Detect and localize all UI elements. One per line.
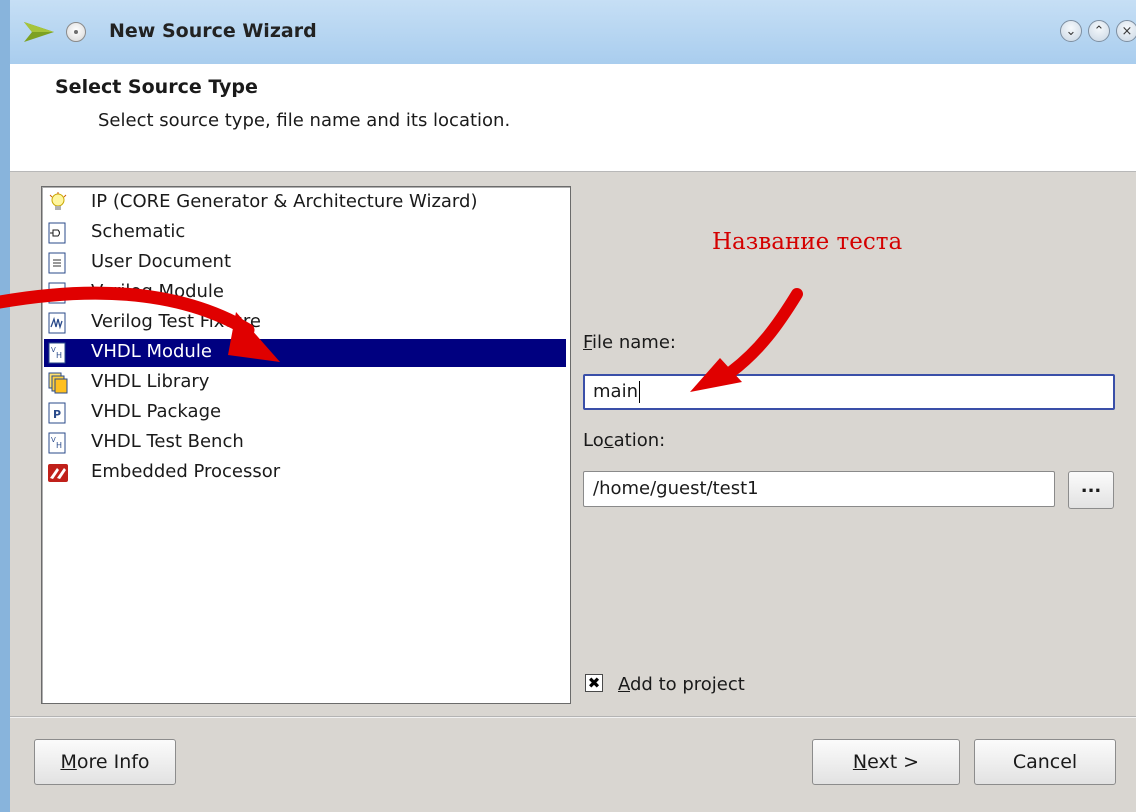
list-item-label: Verilog Test Fixture: [91, 311, 261, 332]
footer-separator: [10, 716, 1136, 718]
lightbulb-icon: [49, 192, 67, 210]
list-item-user-document[interactable]: User Document: [44, 249, 566, 277]
list-item-label: IP (CORE Generator & Architecture Wizard…: [91, 191, 478, 212]
page-subtitle: Select source type, file name and its lo…: [98, 110, 511, 131]
list-item-label: User Document: [91, 251, 232, 272]
next-button[interactable]: Next >: [812, 739, 960, 785]
list-item-label: VHDL Test Bench: [91, 431, 244, 452]
embedded-processor-icon: [48, 464, 68, 482]
svg-text:P: P: [53, 408, 61, 421]
svg-text:H: H: [56, 351, 62, 360]
svg-text:H: H: [56, 441, 62, 450]
document-icon: [48, 252, 66, 274]
list-item-label: VHDL Package: [91, 401, 222, 422]
vhdl-module-icon: V H: [48, 342, 66, 364]
maximize-button[interactable]: ⌃: [1088, 20, 1110, 42]
cancel-button[interactable]: Cancel: [974, 739, 1116, 785]
file-name-field[interactable]: main: [583, 374, 1115, 410]
wizard-header: Select Source Type Select source type, f…: [10, 64, 1136, 172]
vhdl-package-icon: P: [48, 402, 66, 424]
list-item-verilog-test-fixture[interactable]: Verilog Test Fixture: [44, 309, 566, 337]
list-item-label: VHDL Library: [91, 371, 210, 392]
schematic-icon: [48, 222, 66, 244]
list-item-label: Embedded Processor: [91, 461, 281, 482]
browse-button[interactable]: ...: [1068, 471, 1114, 509]
add-to-project-label[interactable]: Add to project: [618, 674, 745, 695]
verilog-test-fixture-icon: [48, 312, 66, 334]
verilog-module-icon: [48, 282, 66, 304]
title-bar[interactable]: New Source Wizard ⌄ ⌃ ×: [10, 0, 1136, 64]
app-logo-icon: [24, 22, 54, 42]
list-item-vhdl-package[interactable]: P VHDL Package: [44, 399, 566, 427]
more-info-button[interactable]: More Info: [34, 739, 176, 785]
file-name-label: File name:: [583, 332, 676, 353]
window-menu-button[interactable]: [66, 22, 86, 42]
window-title: New Source Wizard: [109, 20, 317, 42]
vhdl-test-bench-icon: V H: [48, 432, 66, 454]
list-item-label: Schematic: [91, 221, 186, 242]
vhdl-library-icon: [48, 372, 68, 394]
list-item-vhdl-test-bench[interactable]: V H VHDL Test Bench: [44, 429, 566, 457]
list-item-ip-core[interactable]: IP (CORE Generator & Architecture Wizard…: [44, 189, 566, 217]
add-to-project-checkbox[interactable]: ✖: [585, 674, 603, 692]
annotation-label: Название теста: [712, 229, 903, 255]
close-button[interactable]: ×: [1116, 20, 1136, 42]
list-item-vhdl-library[interactable]: VHDL Library: [44, 369, 566, 397]
source-type-list[interactable]: IP (CORE Generator & Architecture Wizard…: [41, 186, 571, 704]
location-field[interactable]: /home/guest/test1: [583, 471, 1055, 507]
new-source-wizard-window: New Source Wizard ⌄ ⌃ × Select Source Ty…: [10, 0, 1136, 812]
list-item-label: VHDL Module: [91, 341, 212, 362]
minimize-button[interactable]: ⌄: [1060, 20, 1082, 42]
list-item-label: Verilog Module: [91, 281, 225, 302]
text-cursor: [638, 381, 640, 403]
page-title: Select Source Type: [55, 76, 258, 98]
list-item-schematic[interactable]: Schematic: [44, 219, 566, 247]
list-item-embedded-processor[interactable]: Embedded Processor: [44, 459, 566, 487]
location-label: Location:: [583, 430, 666, 451]
list-item-vhdl-module[interactable]: V H VHDL Module: [44, 339, 566, 367]
list-item-verilog-module[interactable]: Verilog Module: [44, 279, 566, 307]
